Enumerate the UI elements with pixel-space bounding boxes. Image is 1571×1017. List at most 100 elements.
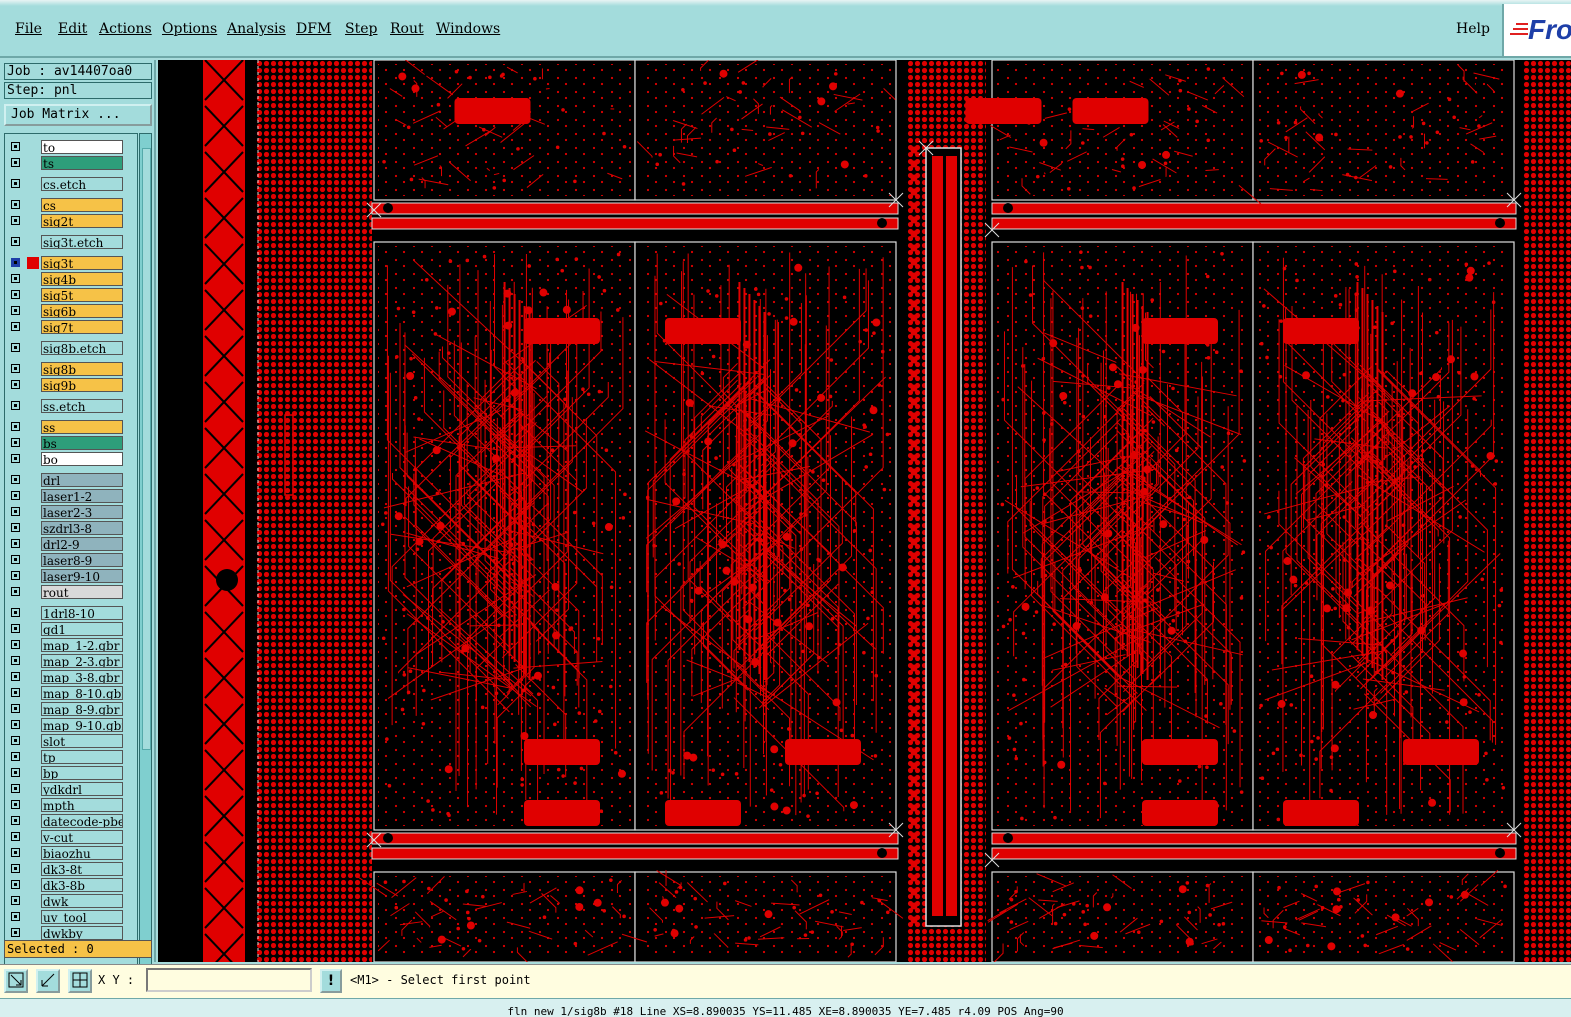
layer-name[interactable]: szdrl3-8 bbox=[41, 521, 123, 535]
layer-name[interactable]: bs bbox=[41, 436, 123, 450]
layer-row[interactable]: laser8-9 bbox=[5, 553, 137, 568]
layer-name[interactable]: drl bbox=[41, 473, 123, 487]
layer-checkbox[interactable] bbox=[11, 364, 20, 373]
layer-row[interactable]: szdrl3-8 bbox=[5, 521, 137, 536]
scrollbar-thumb[interactable] bbox=[142, 148, 151, 750]
layer-checkbox[interactable] bbox=[11, 848, 20, 857]
layer-row[interactable]: datecode-pbe bbox=[5, 814, 137, 829]
layer-row[interactable]: ss.etch bbox=[5, 399, 137, 414]
layer-row[interactable]: slot bbox=[5, 734, 137, 749]
layer-name[interactable]: sig5t bbox=[41, 288, 123, 302]
layer-row[interactable]: rout bbox=[5, 585, 137, 600]
layer-name[interactable]: laser9-10 bbox=[41, 569, 123, 583]
layer-name[interactable]: map_1-2.gbr bbox=[41, 638, 123, 652]
xy-input[interactable] bbox=[146, 968, 312, 992]
layer-name[interactable]: sig6b bbox=[41, 304, 123, 318]
layer-name[interactable]: map_8-9.gbr bbox=[41, 702, 123, 716]
layer-name[interactable]: sig7t bbox=[41, 320, 123, 334]
menu-dfm[interactable]: DFM bbox=[296, 21, 331, 37]
layer-row[interactable]: map_8-9.gbr bbox=[5, 702, 137, 717]
layer-checkbox[interactable] bbox=[11, 688, 20, 697]
layer-row[interactable]: map_8-10.gbr bbox=[5, 686, 137, 701]
layer-name[interactable]: laser2-3 bbox=[41, 505, 123, 519]
layer-checkbox[interactable] bbox=[11, 720, 20, 729]
layer-checkbox[interactable] bbox=[11, 507, 20, 516]
layer-checkbox[interactable] bbox=[11, 422, 20, 431]
layer-row[interactable]: sig6b bbox=[5, 304, 137, 319]
layer-name[interactable]: cs.etch bbox=[41, 177, 123, 191]
layer-name[interactable]: dk3-8b bbox=[41, 878, 123, 892]
layer-name[interactable]: 1drl8-10 bbox=[41, 606, 123, 620]
layer-name[interactable]: cs bbox=[41, 198, 123, 212]
layer-row[interactable]: gd1 bbox=[5, 622, 137, 637]
layer-row[interactable]: sig5t bbox=[5, 288, 137, 303]
alert-button[interactable]: ! bbox=[320, 969, 342, 993]
layer-name[interactable]: slot bbox=[41, 734, 123, 748]
layer-checkbox[interactable] bbox=[11, 475, 20, 484]
layer-row[interactable]: map_3-8.gbr bbox=[5, 670, 137, 685]
menu-file[interactable]: File bbox=[15, 21, 42, 37]
layer-checkbox[interactable] bbox=[11, 784, 20, 793]
layer-checkbox[interactable] bbox=[11, 142, 20, 151]
menu-actions[interactable]: Actions bbox=[99, 21, 152, 37]
measure-button[interactable] bbox=[36, 969, 60, 993]
layer-name[interactable]: laser8-9 bbox=[41, 553, 123, 567]
layer-row[interactable]: sig3t bbox=[5, 256, 137, 271]
layer-name[interactable]: tp bbox=[41, 750, 123, 764]
layer-row[interactable]: ydkdrl bbox=[5, 782, 137, 797]
job-matrix-button[interactable]: Job Matrix ... bbox=[4, 104, 152, 126]
layer-row[interactable]: sig2t bbox=[5, 214, 137, 229]
layer-row[interactable]: mpth bbox=[5, 798, 137, 813]
layer-checkbox[interactable] bbox=[11, 928, 20, 937]
menu-analysis[interactable]: Analysis bbox=[227, 21, 286, 37]
layer-row[interactable]: cs.etch bbox=[5, 177, 137, 192]
layer-row[interactable]: tp bbox=[5, 750, 137, 765]
menu-help[interactable]: Help bbox=[1456, 21, 1490, 37]
layer-checkbox[interactable] bbox=[11, 200, 20, 209]
layer-name[interactable]: sig8b.etch bbox=[41, 341, 123, 355]
layer-row[interactable]: ts bbox=[5, 156, 137, 171]
layer-name[interactable]: bo bbox=[41, 452, 123, 466]
layer-row[interactable]: 1drl8-10 bbox=[5, 606, 137, 621]
layer-row[interactable]: drl2-9 bbox=[5, 537, 137, 552]
layer-list[interactable]: to ts cs.etch cs sig2t sig3t.etch sig3t sig4b si… bbox=[4, 133, 138, 995]
layer-checkbox[interactable] bbox=[11, 179, 20, 188]
layer-checkbox[interactable] bbox=[11, 704, 20, 713]
layer-checkbox[interactable] bbox=[11, 640, 20, 649]
layer-name[interactable]: mpth bbox=[41, 798, 123, 812]
layer-name[interactable]: map_8-10.gbr bbox=[41, 686, 123, 700]
layer-name[interactable]: biaozhu bbox=[41, 846, 123, 860]
layer-name[interactable]: dwkby bbox=[41, 926, 123, 940]
layer-row[interactable]: bp bbox=[5, 766, 137, 781]
layer-checkbox[interactable] bbox=[11, 539, 20, 548]
layer-row[interactable]: sig9b bbox=[5, 378, 137, 393]
layer-checkbox[interactable] bbox=[11, 587, 20, 596]
layer-checkbox[interactable] bbox=[11, 454, 20, 463]
layer-checkbox[interactable] bbox=[11, 555, 20, 564]
layer-row[interactable]: cs bbox=[5, 198, 137, 213]
layer-name[interactable]: v-cut bbox=[41, 830, 123, 844]
layer-checkbox[interactable] bbox=[11, 656, 20, 665]
layer-checkbox[interactable] bbox=[11, 800, 20, 809]
layer-name[interactable]: sig3t bbox=[41, 256, 123, 270]
layer-checkbox[interactable] bbox=[11, 491, 20, 500]
layer-row[interactable]: map_1-2.gbr bbox=[5, 638, 137, 653]
pcb-panel-view[interactable] bbox=[158, 60, 1571, 962]
layer-name[interactable]: dwk bbox=[41, 894, 123, 908]
layer-checkbox[interactable] bbox=[11, 736, 20, 745]
layer-row[interactable]: laser9-10 bbox=[5, 569, 137, 584]
layer-name[interactable]: uv_tool bbox=[41, 910, 123, 924]
layer-row[interactable]: bo bbox=[5, 452, 137, 467]
layer-checkbox[interactable] bbox=[11, 624, 20, 633]
layer-checkbox[interactable] bbox=[11, 832, 20, 841]
layer-name[interactable]: dk3-8t bbox=[41, 862, 123, 876]
menu-step[interactable]: Step bbox=[345, 21, 377, 37]
layer-row[interactable]: dwk bbox=[5, 894, 137, 909]
layer-checkbox[interactable] bbox=[11, 380, 20, 389]
layer-name[interactable]: drl2-9 bbox=[41, 537, 123, 551]
layer-row[interactable]: laser2-3 bbox=[5, 505, 137, 520]
layer-name[interactable]: ss.etch bbox=[41, 399, 123, 413]
layer-row[interactable]: dk3-8t bbox=[5, 862, 137, 877]
layer-row[interactable]: sig3t.etch bbox=[5, 235, 137, 250]
grid-button[interactable] bbox=[68, 969, 92, 993]
